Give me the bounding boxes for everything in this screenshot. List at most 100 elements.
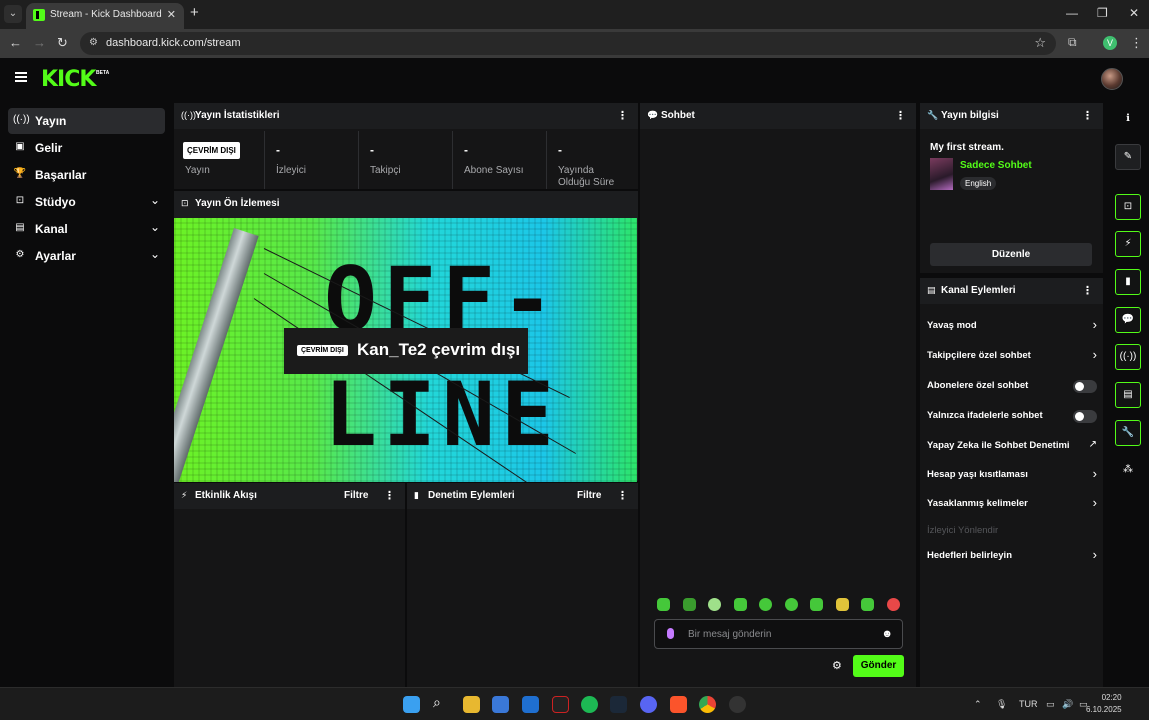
- file-explorer-icon[interactable]: [463, 696, 480, 713]
- emote-icon[interactable]: [683, 598, 696, 611]
- microphone-tray-icon[interactable]: 🎙: [996, 699, 1007, 710]
- broadcast-toggle-icon[interactable]: ((·)): [1115, 344, 1141, 370]
- volume-icon[interactable]: 🔊: [1062, 699, 1073, 710]
- banned-words-row[interactable]: Yasaklanmış kelimeler ›: [927, 494, 1097, 514]
- kick-logo[interactable]: KICK: [41, 67, 96, 92]
- chevron-down-icon[interactable]: ⌄: [150, 193, 160, 207]
- row-label: Yalnızca ifadelerle sohbet: [927, 410, 1043, 421]
- chat-toggle-icon[interactable]: 💬: [1115, 307, 1141, 333]
- emote-icon[interactable]: [657, 598, 670, 611]
- app-icon[interactable]: [552, 696, 569, 713]
- close-window-button[interactable]: ✕: [1129, 6, 1139, 20]
- stat-uptime: - Yayında Olduğu Süre: [546, 131, 638, 189]
- emote-icon[interactable]: [759, 598, 772, 611]
- slow-mode-row[interactable]: Yavaş mod ›: [927, 316, 1097, 336]
- stat-value: -: [464, 143, 468, 157]
- info-icon[interactable]: ℹ: [1115, 107, 1141, 133]
- panel-title: Sohbet: [661, 110, 695, 121]
- tab-list-button[interactable]: ⌄: [4, 5, 22, 23]
- brave-icon[interactable]: [670, 696, 687, 713]
- set-goals-row[interactable]: Hedefleri belirleyin ›: [927, 546, 1097, 566]
- stream-category[interactable]: Sadece Sohbet: [960, 160, 1032, 171]
- chevron-down-icon[interactable]: ⌄: [150, 220, 160, 234]
- panel-header: ((·)) Yayın İstatistikleri ⋮: [174, 103, 638, 129]
- minimize-button[interactable]: —: [1066, 6, 1078, 20]
- more-options-icon[interactable]: ⋮: [617, 489, 628, 502]
- address-bar[interactable]: ⚙ dashboard.kick.com/stream ☆: [80, 32, 1056, 55]
- extensions-icon[interactable]: ⧉: [1068, 35, 1077, 50]
- chat-message-input[interactable]: Bir mesaj gönderin ☻: [654, 619, 903, 649]
- browser-menu-icon[interactable]: ⋮: [1130, 35, 1143, 51]
- windows-start-icon[interactable]: [403, 696, 420, 713]
- maximize-button[interactable]: ❐: [1097, 6, 1108, 20]
- more-options-icon[interactable]: ⋮: [1082, 109, 1093, 122]
- obs-icon[interactable]: [729, 696, 746, 713]
- filter-button[interactable]: Filtre: [344, 490, 368, 501]
- sidebar-item-kanal[interactable]: ▤ Kanal ⌄: [8, 216, 165, 242]
- sidebar-item-yayin[interactable]: ((·)) Yayın: [8, 108, 165, 134]
- row-label: Takipçilere özel sohbet: [927, 350, 1031, 361]
- ai-moderation-row[interactable]: Yapay Zeka ile Sohbet Denetimi ↗: [927, 436, 1097, 456]
- sidebar-item-label: Kanal: [35, 222, 68, 236]
- channel-actions-toggle-icon[interactable]: ▤: [1115, 382, 1141, 408]
- profile-avatar[interactable]: V: [1103, 36, 1117, 50]
- emote-icon[interactable]: [861, 598, 874, 611]
- more-options-icon[interactable]: ⋮: [617, 109, 628, 122]
- preview-toggle-icon[interactable]: ⊡: [1115, 194, 1141, 220]
- reload-icon[interactable]: ↻: [57, 35, 68, 51]
- spotify-icon[interactable]: [581, 696, 598, 713]
- more-options-icon[interactable]: ⋮: [1082, 284, 1093, 297]
- tray-chevron-icon[interactable]: ⌃: [974, 699, 982, 710]
- search-icon[interactable]: ⌕: [433, 694, 450, 711]
- browser-tab[interactable]: Stream - Kick Dashboard ✕: [26, 3, 184, 29]
- chat-icon: 💬: [647, 110, 659, 120]
- emote-icon[interactable]: [887, 598, 900, 611]
- new-tab-button[interactable]: +: [190, 4, 199, 21]
- activity-toggle-icon[interactable]: ⚡: [1115, 231, 1141, 257]
- outlook-icon[interactable]: [522, 696, 539, 713]
- sidebar-item-basarilar[interactable]: 🏆 Başarılar: [8, 162, 165, 188]
- raid-row: İzleyici Yönlendir: [927, 521, 1097, 541]
- more-options-icon[interactable]: ⋮: [895, 109, 906, 122]
- emote-icon[interactable]: [836, 598, 849, 611]
- filter-button[interactable]: Filtre: [577, 490, 601, 501]
- steam-icon[interactable]: [610, 696, 627, 713]
- discord-icon[interactable]: [640, 696, 657, 713]
- more-options-icon[interactable]: ⋮: [384, 489, 395, 502]
- forward-icon[interactable]: →: [33, 35, 46, 50]
- clock[interactable]: 02:20 6.10.2025: [1086, 692, 1122, 716]
- sidebar-item-studyo[interactable]: ⊡ Stüdyo ⌄: [8, 189, 165, 215]
- sidebar-item-gelir[interactable]: ▣ Gelir: [8, 135, 165, 161]
- chevron-down-icon[interactable]: ⌄: [150, 247, 160, 261]
- input-language[interactable]: TUR: [1019, 699, 1038, 709]
- subscribers-only-toggle[interactable]: [1073, 380, 1097, 393]
- stat-value: -: [276, 143, 280, 157]
- user-avatar[interactable]: [1101, 68, 1123, 90]
- emote-icon[interactable]: [810, 598, 823, 611]
- site-info-icon[interactable]: ⚙: [89, 37, 98, 48]
- send-button[interactable]: Gönder: [853, 655, 904, 677]
- stat-value: -: [370, 143, 374, 157]
- emote-icon[interactable]: [785, 598, 798, 611]
- edit-button[interactable]: Düzenle: [930, 243, 1092, 266]
- network-icon[interactable]: ▭: [1046, 699, 1055, 710]
- menu-hamburger-icon[interactable]: [15, 72, 27, 82]
- emoji-icon[interactable]: ☻: [881, 628, 893, 640]
- emote-icon[interactable]: [734, 598, 747, 611]
- back-icon[interactable]: ←: [9, 35, 22, 50]
- chat-settings-icon[interactable]: ⚙: [832, 659, 842, 672]
- store-icon[interactable]: [492, 696, 509, 713]
- emote-icon[interactable]: [708, 598, 721, 611]
- emotes-only-toggle[interactable]: [1073, 410, 1097, 423]
- bookmark-star-icon[interactable]: ☆: [1034, 35, 1046, 51]
- account-age-row[interactable]: Hesap yaşı kısıtlaması ›: [927, 465, 1097, 485]
- chrome-icon[interactable]: [699, 696, 716, 713]
- moderation-toggle-icon[interactable]: ▮: [1115, 269, 1141, 295]
- followers-only-row[interactable]: Takipçilere özel sohbet ›: [927, 346, 1097, 366]
- stream-info-toggle-icon[interactable]: 🔧: [1115, 420, 1141, 446]
- edit-pencil-icon[interactable]: ✎: [1115, 144, 1141, 170]
- microphone-icon[interactable]: [667, 628, 674, 639]
- sidebar-item-ayarlar[interactable]: ⚙ Ayarlar ⌄: [8, 243, 165, 269]
- add-widget-icon[interactable]: ⁂: [1115, 458, 1141, 484]
- close-tab-icon[interactable]: ✕: [167, 8, 176, 21]
